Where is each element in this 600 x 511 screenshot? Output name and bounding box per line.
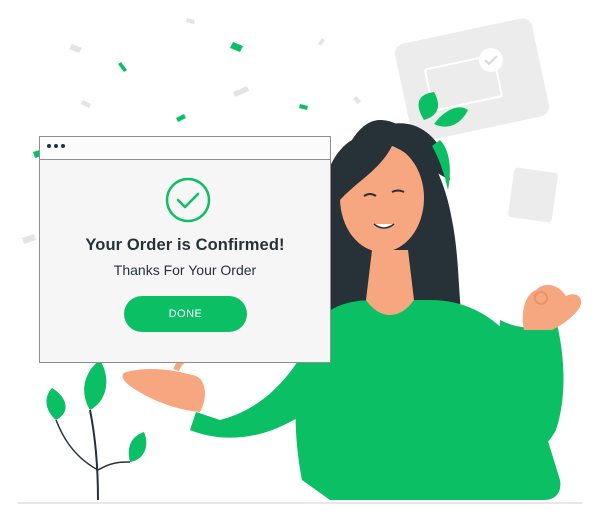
- window-dot: [54, 144, 58, 148]
- order-confirmed-title: Your Order is Confirmed!: [85, 236, 285, 254]
- window-controls: [47, 144, 65, 148]
- order-confirmation-window: Your Order is Confirmed! Thanks For Your…: [39, 136, 331, 363]
- done-button[interactable]: DONE: [124, 296, 247, 332]
- window-dot: [61, 144, 65, 148]
- check-circle-icon: [165, 177, 211, 223]
- order-thanks-subtitle: Thanks For Your Order: [113, 262, 257, 278]
- window-title-bar: [40, 137, 330, 160]
- window-dot: [47, 144, 51, 148]
- check-badge-icon: [479, 48, 503, 72]
